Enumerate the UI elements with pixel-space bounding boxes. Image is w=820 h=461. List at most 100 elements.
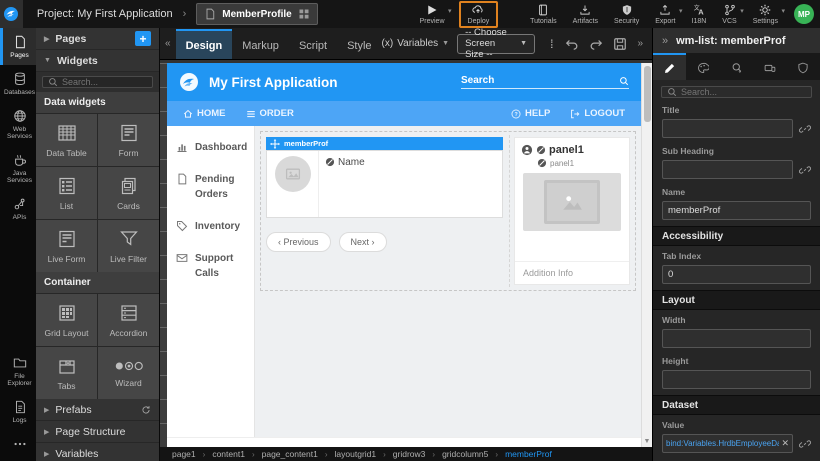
widget-tile-accordion[interactable]: Accordion	[98, 294, 159, 346]
next-page-button[interactable]: Next ›	[339, 232, 387, 252]
nav-help[interactable]: ? HELP	[511, 108, 550, 119]
breadcrumb-item[interactable]: gridrow3	[393, 449, 426, 459]
panel-widget-panel1[interactable]: panel1 panel1	[514, 137, 630, 285]
tab-index-input[interactable]	[662, 265, 811, 284]
app-search-field[interactable]: Search	[461, 75, 629, 89]
breadcrumb-item-selected[interactable]: memberProf	[505, 449, 552, 459]
prefabs-section-header[interactable]: ▶ Prefabs	[36, 399, 159, 421]
canvas-horizontal-scroll-area[interactable]	[167, 437, 641, 447]
sidenav-inventory[interactable]: Inventory	[176, 219, 245, 234]
memberprof-selection-label[interactable]: memberProf	[266, 137, 503, 150]
value-binding-box[interactable]: bind:Variables.HrdbEmployeeData.data ✕	[662, 434, 793, 453]
widgets-section-header[interactable]: ▼ Widgets	[36, 50, 159, 72]
tab-styles[interactable]	[686, 53, 719, 80]
property-search-box[interactable]	[661, 86, 812, 98]
nav-home[interactable]: HOME	[183, 108, 226, 119]
widget-tile-tabs[interactable]: Tabs	[36, 347, 97, 399]
rail-item-file-explorer[interactable]: File Explorer	[0, 349, 36, 393]
wavemaker-logo[interactable]	[0, 0, 23, 28]
page-tab-memberprofile[interactable]: MemberProfile	[196, 3, 317, 25]
clear-binding-icon[interactable]: ✕	[781, 438, 789, 449]
breadcrumb-item[interactable]: gridcolumn5	[442, 449, 488, 459]
tab-markup[interactable]: Markup	[232, 29, 289, 59]
selected-gridrow[interactable]: memberProf	[260, 131, 636, 291]
previous-page-button[interactable]: ‹ Previous	[266, 232, 331, 252]
rail-item-logs[interactable]: Logs	[0, 393, 36, 430]
widget-tile-data-table[interactable]: Data Table	[36, 114, 97, 166]
tab-style[interactable]: Style	[337, 29, 381, 59]
breadcrumb-item[interactable]: page_content1	[262, 449, 318, 459]
sub-heading-input[interactable]	[662, 160, 793, 179]
preview-button[interactable]: Preview▾	[420, 4, 445, 25]
bind-link-icon[interactable]	[799, 123, 811, 135]
expand-right-panel-icon[interactable]: »	[632, 38, 648, 49]
widget-search-input[interactable]	[62, 77, 142, 87]
gridcolumn-panel[interactable]: panel1 panel1	[510, 135, 632, 287]
widget-tile-live-form[interactable]: Live Form	[36, 220, 97, 272]
gridcolumn-list[interactable]: memberProf	[264, 135, 510, 287]
tab-properties[interactable]	[653, 53, 686, 80]
panel-image-placeholder[interactable]	[523, 173, 621, 231]
refresh-icon[interactable]	[141, 405, 151, 415]
rail-item-apis[interactable]: APIs	[0, 190, 36, 227]
widget-tile-grid-layout[interactable]: Grid Layout	[36, 294, 97, 346]
sidenav-pending-orders[interactable]: Pending Orders	[176, 172, 245, 202]
breadcrumb-item[interactable]: layoutgrid1	[335, 449, 377, 459]
tutorials-button[interactable]: Tutorials	[530, 4, 557, 25]
nav-order[interactable]: ORDER	[246, 108, 294, 119]
scroll-down-arrow-icon[interactable]: ▼	[644, 438, 651, 447]
vcs-chevron-icon[interactable]: ▾	[740, 7, 744, 15]
widget-tile-list[interactable]: List	[36, 167, 97, 219]
rail-item-more[interactable]	[0, 430, 36, 461]
save-button[interactable]	[608, 37, 632, 51]
tab-security[interactable]	[787, 53, 820, 80]
bind-link-icon[interactable]	[799, 164, 811, 176]
page-structure-section-header[interactable]: ▶ Page Structure	[36, 421, 159, 443]
widget-search-box[interactable]	[42, 76, 153, 88]
widget-tile-cards[interactable]: Cards	[98, 167, 159, 219]
vcs-button[interactable]: VCS▾	[722, 4, 736, 25]
title-input[interactable]	[662, 119, 793, 138]
panel-header[interactable]: panel1	[515, 138, 629, 158]
bind-link-icon[interactable]	[799, 438, 811, 450]
i18n-button[interactable]: 文A I18N	[692, 4, 707, 25]
breadcrumb-item[interactable]: page1	[172, 449, 196, 459]
redo-button[interactable]	[584, 37, 608, 51]
tab-script[interactable]: Script	[289, 29, 337, 59]
deploy-button[interactable]: Deploy	[468, 4, 490, 25]
list-item-name-cell[interactable]: Name	[319, 151, 371, 217]
move-icon[interactable]	[270, 139, 280, 149]
preview-chevron-icon[interactable]: ▾	[448, 7, 452, 15]
list-widget-memberprof[interactable]: Name	[266, 150, 503, 218]
collapse-left-panel-icon[interactable]: «	[160, 38, 176, 49]
rail-item-databases[interactable]: Databases	[0, 65, 36, 102]
variables-dropdown[interactable]: (x) Variables ▼	[382, 38, 450, 49]
export-button[interactable]: Export▾	[655, 4, 675, 25]
sidenav-dashboard[interactable]: Dashboard	[176, 140, 245, 155]
grid-icon[interactable]	[298, 8, 310, 20]
scrollbar-thumb[interactable]	[644, 66, 651, 122]
sidenav-support-calls[interactable]: Support Calls	[176, 251, 245, 281]
tab-design[interactable]: Design	[176, 29, 233, 59]
variables-section-header[interactable]: ▶ Variables	[36, 443, 159, 461]
artifacts-button[interactable]: Artifacts	[573, 4, 598, 25]
tab-events[interactable]	[720, 53, 753, 80]
tab-devices[interactable]	[753, 53, 786, 80]
widget-tile-form[interactable]: Form	[98, 114, 159, 166]
collapse-right-panel-icon[interactable]: »	[662, 35, 668, 47]
rail-item-web-services[interactable]: Web Services	[0, 102, 36, 146]
add-page-button[interactable]: +	[135, 31, 151, 46]
more-options-kebab-icon[interactable]: ⁞	[543, 41, 560, 47]
settings-chevron-icon[interactable]: ▾	[781, 7, 785, 15]
height-input[interactable]	[662, 370, 811, 389]
undo-button[interactable]	[560, 37, 584, 51]
name-input[interactable]	[662, 201, 811, 220]
security-button[interactable]: Security	[614, 4, 639, 25]
breadcrumb-item[interactable]: content1	[212, 449, 245, 459]
list-item-picture-cell[interactable]	[267, 151, 319, 217]
pages-section-header[interactable]: ▶ Pages +	[36, 28, 159, 50]
width-input[interactable]	[662, 329, 811, 348]
screen-size-dropdown[interactable]: -- Choose Screen Size -- ▼	[457, 34, 535, 54]
widget-tile-wizard[interactable]: Wizard	[98, 347, 159, 399]
property-search-input[interactable]	[681, 87, 781, 97]
